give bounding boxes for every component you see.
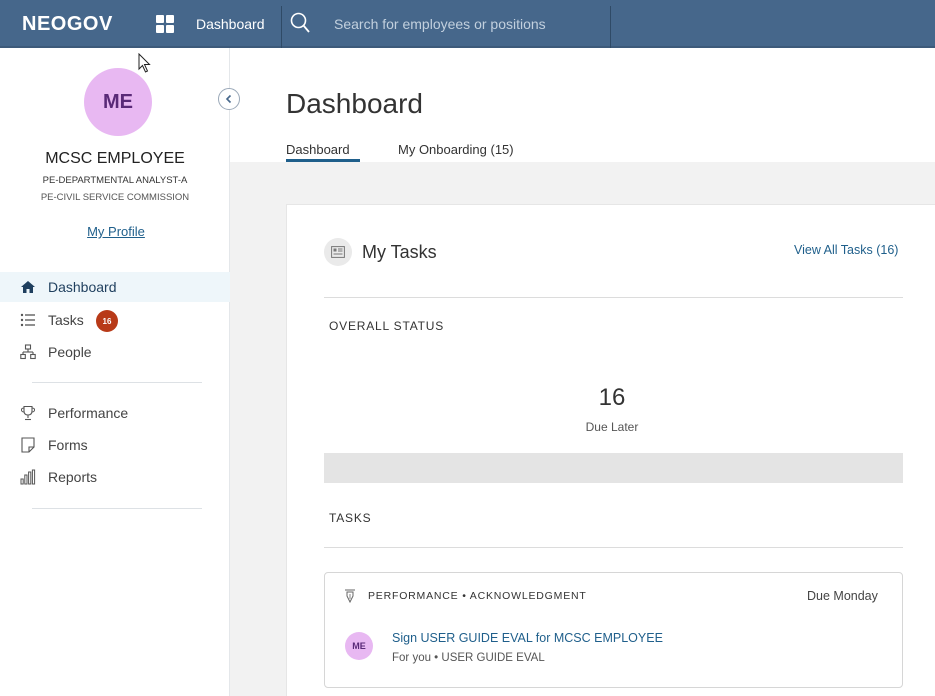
- sidebar-item-label: Forms: [48, 437, 88, 453]
- due-later-label: Due Later: [585, 420, 639, 434]
- home-icon: [21, 281, 35, 293]
- sidebar-item-label: Tasks: [48, 312, 84, 328]
- tab-dashboard[interactable]: Dashboard: [286, 142, 350, 157]
- card-divider: [324, 297, 903, 298]
- top-nav-divider-right: [610, 6, 611, 48]
- neogov-logo[interactable]: NEOGOV: [22, 13, 113, 36]
- employee-department: PE-CIVIL SERVICE COMMISSION: [40, 192, 190, 203]
- sidebar-divider: [32, 508, 202, 509]
- tasks-count-badge: 16: [96, 310, 118, 332]
- my-profile-link[interactable]: My Profile: [0, 224, 232, 239]
- task-avatar: ME: [345, 632, 373, 660]
- task-due-date: Due Monday: [807, 589, 878, 603]
- card-divider: [324, 547, 903, 548]
- status-progress-bar: [324, 453, 903, 483]
- collapse-sidebar-button[interactable]: [218, 88, 240, 110]
- form-icon: [21, 437, 35, 453]
- tasks-heading: TASKS: [329, 511, 372, 525]
- search-input[interactable]: [334, 12, 604, 36]
- sidebar: [0, 48, 230, 696]
- profile-avatar[interactable]: ME: [84, 68, 152, 136]
- mouse-cursor-icon: [138, 53, 151, 73]
- sidebar-item-label: Dashboard: [48, 279, 117, 295]
- sidebar-item-label: Reports: [48, 469, 98, 485]
- sidebar-item-people[interactable]: People: [0, 337, 230, 367]
- document-list-icon: [331, 246, 345, 258]
- employee-title: PE-DEPARTMENTAL ANALYST-A: [42, 175, 188, 186]
- list-icon: [20, 313, 35, 327]
- trophy-icon: [20, 405, 36, 421]
- sidebar-item-performance[interactable]: Performance: [0, 398, 230, 428]
- task-title-link[interactable]: Sign USER GUIDE EVAL for MCSC EMPLOYEE: [392, 631, 663, 645]
- chevron-left-icon: [225, 94, 232, 104]
- sidebar-item-forms[interactable]: Forms: [0, 430, 230, 460]
- view-all-tasks-link[interactable]: View All Tasks (16): [794, 243, 898, 257]
- sidebar-item-tasks[interactable]: Tasks 16: [0, 305, 230, 335]
- sidebar-item-dashboard[interactable]: Dashboard: [0, 272, 230, 302]
- employee-name: MCSC EMPLOYEE: [45, 150, 185, 167]
- top-nav-dashboard-link[interactable]: Dashboard: [196, 16, 265, 32]
- tab-my-onboarding[interactable]: My Onboarding (15): [398, 142, 514, 157]
- search-icon[interactable]: [290, 12, 310, 34]
- org-chart-icon: [20, 344, 36, 360]
- page-title: Dashboard: [286, 88, 423, 119]
- bar-chart-icon: [20, 469, 36, 485]
- sidebar-divider: [32, 382, 202, 383]
- due-later-count: 16: [598, 384, 626, 411]
- tasks-card-icon: [324, 238, 352, 266]
- my-tasks-title: My Tasks: [362, 242, 437, 262]
- top-nav-divider: [281, 6, 282, 48]
- sidebar-item-label: Performance: [48, 405, 129, 421]
- sidebar-item-label: People: [48, 344, 92, 360]
- apps-grid-icon[interactable]: [156, 15, 174, 33]
- task-category: PERFORMANCE • ACKNOWLEDGMENT: [368, 590, 587, 602]
- sidebar-item-reports[interactable]: Reports: [0, 462, 230, 492]
- overall-status-heading: OVERALL STATUS: [329, 319, 445, 333]
- task-subtitle: For you • USER GUIDE EVAL: [392, 652, 545, 664]
- pen-nib-icon: [345, 589, 355, 603]
